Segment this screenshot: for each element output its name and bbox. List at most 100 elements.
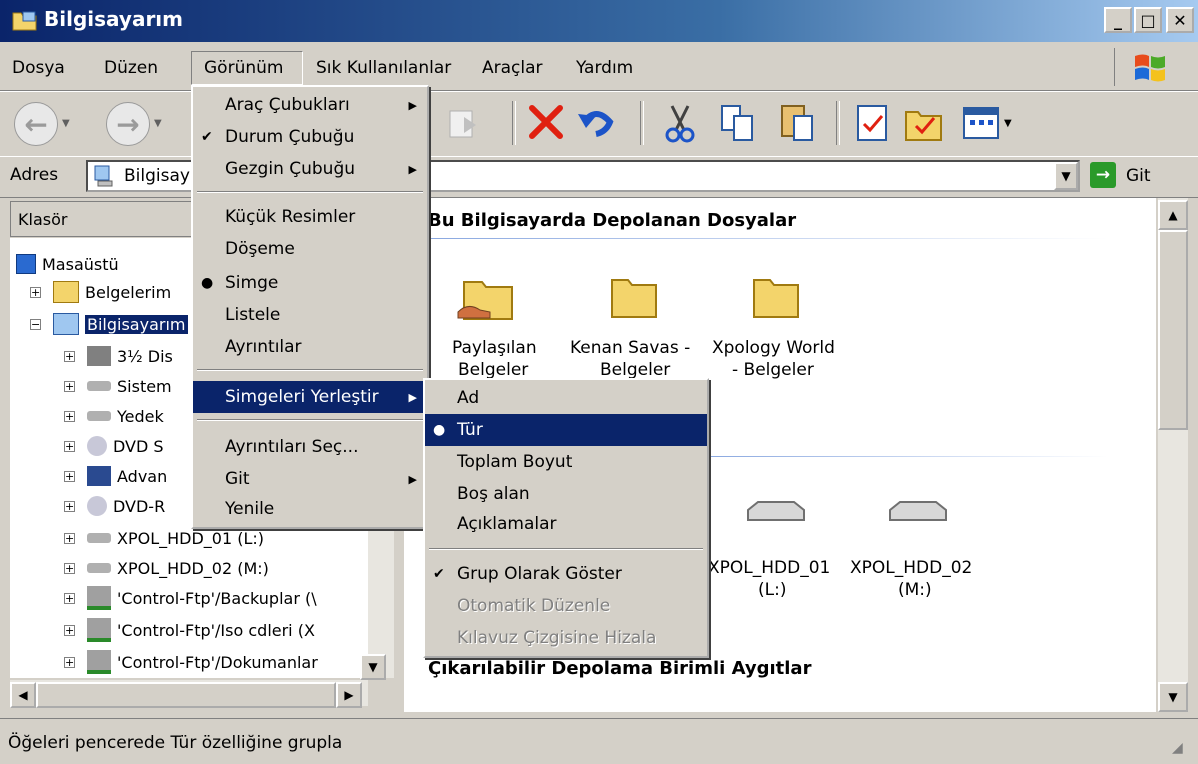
folder-header-label: Klasör [18,210,68,229]
copy-to-icon[interactable] [444,103,484,143]
tree-item-bilgisayarim[interactable]: − Bilgisayarım [30,310,188,338]
group-divider [428,238,1108,239]
menu-item-ayrintilari-sec[interactable]: Ayrıntıları Seç... [193,431,427,463]
content-scroll-thumb[interactable] [1158,230,1188,430]
drive-label-line2: (M:) [898,580,932,600]
menu-item-ayrintilar[interactable]: Ayrıntılar [193,331,427,363]
tree-item-dvd-r[interactable]: + DVD-R [64,492,165,520]
minimize-button[interactable]: _ [1104,7,1132,33]
back-arrow-icon[interactable]: ← [14,102,58,146]
my-documents-icon [53,281,79,303]
tree-item-ftp-dokumanlar[interactable]: + 'Control-Ftp'/Dokumanlar [64,648,318,676]
expand-icon[interactable]: + [64,500,75,512]
tree-item-yedek[interactable]: + Yedek [64,402,164,430]
menu-item-bos-alan[interactable]: Boş alan [425,478,707,510]
tree-scroll-thumb[interactable] [36,682,336,708]
folders-icon[interactable] [902,102,946,144]
menu-item-ad[interactable]: Ad [425,382,707,414]
folder-icon[interactable] [750,272,802,322]
expand-icon[interactable]: + [64,656,75,668]
submenu-arrow-icon: ▶ [408,98,417,112]
views-icon[interactable] [962,106,1000,140]
tree-scroll-down-icon[interactable]: ▼ [360,654,386,680]
tree-item-ftp-backuplar[interactable]: + 'Control-Ftp'/Backuplar (\ [64,584,317,612]
menu-item-toplam-boyut[interactable]: Toplam Boyut [425,446,707,478]
network-drive-icon [87,586,111,610]
address-dropdown-icon[interactable]: ▼ [1054,162,1078,190]
expand-icon[interactable]: + [64,624,75,636]
tree-item-belgelerim[interactable]: + Belgelerim [30,278,171,306]
menu-item-kucuk-resimler[interactable]: Küçük Resimler [193,201,427,233]
tree-item-advan[interactable]: + Advan [64,462,167,490]
delete-icon[interactable] [526,102,566,142]
expand-icon[interactable]: + [64,410,75,422]
menu-gorunum[interactable]: Görünüm [204,58,283,78]
menu-sik-kullanilanlar[interactable]: Sık Kullanılanlar [316,58,451,78]
expand-icon[interactable]: + [30,286,41,298]
my-computer-icon [94,165,113,187]
expand-icon[interactable]: + [64,470,75,482]
expand-icon[interactable]: + [64,532,75,544]
maximize-button[interactable]: □ [1134,7,1162,33]
views-dropdown-icon[interactable]: ▼ [1004,118,1012,129]
go-button[interactable]: Git [1126,166,1151,186]
expand-icon[interactable]: + [64,592,75,604]
toolbar-separator [836,101,840,145]
expand-icon[interactable]: + [64,440,75,452]
cut-icon[interactable] [660,102,700,144]
content-scroll-down-icon[interactable]: ▼ [1158,682,1188,712]
menu-item-simgeleri-yerlestir[interactable]: Simgeleri Yerleştir ▶ [193,381,427,413]
forward-arrow-icon[interactable]: → [106,102,150,146]
expand-icon[interactable]: + [64,562,75,574]
menu-item-otomatik-duzenle: Otomatik Düzenle [457,596,611,616]
folder-icon[interactable] [608,272,660,322]
expand-icon[interactable]: + [64,350,75,362]
shared-folder-icon[interactable] [456,272,518,326]
tree-item-desktop[interactable]: Masaüstü [16,250,119,278]
tree-item-sistem[interactable]: + Sistem [64,372,172,400]
properties-icon[interactable] [852,102,892,144]
menu-araclar[interactable]: Araçlar [482,58,543,78]
collapse-icon[interactable]: − [30,318,41,330]
tree-item-ftp-iso[interactable]: + 'Control-Ftp'/Iso cdleri (X [64,616,315,644]
tree-scroll-right-icon[interactable]: ▶ [336,682,362,708]
submenu-arrow-icon: ▶ [408,390,417,404]
tree-scroll-left-icon[interactable]: ◀ [10,682,36,708]
hard-drive-icon[interactable] [744,500,808,530]
tree-item-dvd[interactable]: + DVD S [64,432,164,460]
menu-duzen[interactable]: Düzen [104,58,158,78]
menu-item-git[interactable]: Git ▶ [193,463,427,495]
menu-item-tur[interactable]: ● Tür [425,414,707,446]
status-bar: Öğeleri pencerede Tür özelliğine grupla [0,718,1198,764]
content-scroll-up-icon[interactable]: ▲ [1158,200,1188,230]
dvd-drive-icon [87,496,107,516]
copy-icon[interactable] [718,102,758,144]
toolbar-separator [640,101,644,145]
undo-icon[interactable] [576,102,616,142]
menu-item-doseme[interactable]: Döşeme [193,233,427,265]
menu-item-listele[interactable]: Listele [193,299,427,331]
menu-item-yenile[interactable]: Yenile [193,493,427,525]
menu-item-simge[interactable]: ● Simge [193,267,427,299]
paste-icon[interactable] [778,100,818,144]
close-button[interactable]: ✕ [1166,7,1194,33]
my-computer-folder-icon [12,11,37,31]
menu-item-aciklamalar[interactable]: Açıklamalar [425,508,707,540]
menu-item-arac-cubuklari[interactable]: Araç Çubukları ▶ [193,89,427,121]
tree-item-xpol-hdd-02[interactable]: + XPOL_HDD_02 (M:) [64,554,269,582]
back-dropdown-icon[interactable]: ▼ [62,118,70,129]
forward-dropdown-icon[interactable]: ▼ [154,118,162,129]
menu-yardim[interactable]: Yardım [576,58,633,78]
tree-item-floppy[interactable]: + 3½ Dis [64,342,173,370]
resize-grip-icon[interactable]: ◢ [1172,740,1183,756]
file-label-line1: Paylaşılan [452,338,537,358]
menu-dosya[interactable]: Dosya [12,58,65,78]
hard-drive-icon[interactable] [886,500,950,530]
menu-item-grup-olarak-goster[interactable]: ✔ Grup Olarak Göster [425,558,707,590]
radio-bullet-icon: ● [201,275,214,291]
menu-item-durum-cubugu[interactable]: ✔ Durum Çubuğu [193,121,427,153]
arrange-icons-submenu: Ad ● Tür Toplam Boyut Boş alan Açıklamala… [423,378,709,658]
go-arrow-icon[interactable]: → [1090,162,1116,188]
expand-icon[interactable]: + [64,380,75,392]
menu-item-gezgin-cubugu[interactable]: Gezgin Çubuğu ▶ [193,153,427,185]
